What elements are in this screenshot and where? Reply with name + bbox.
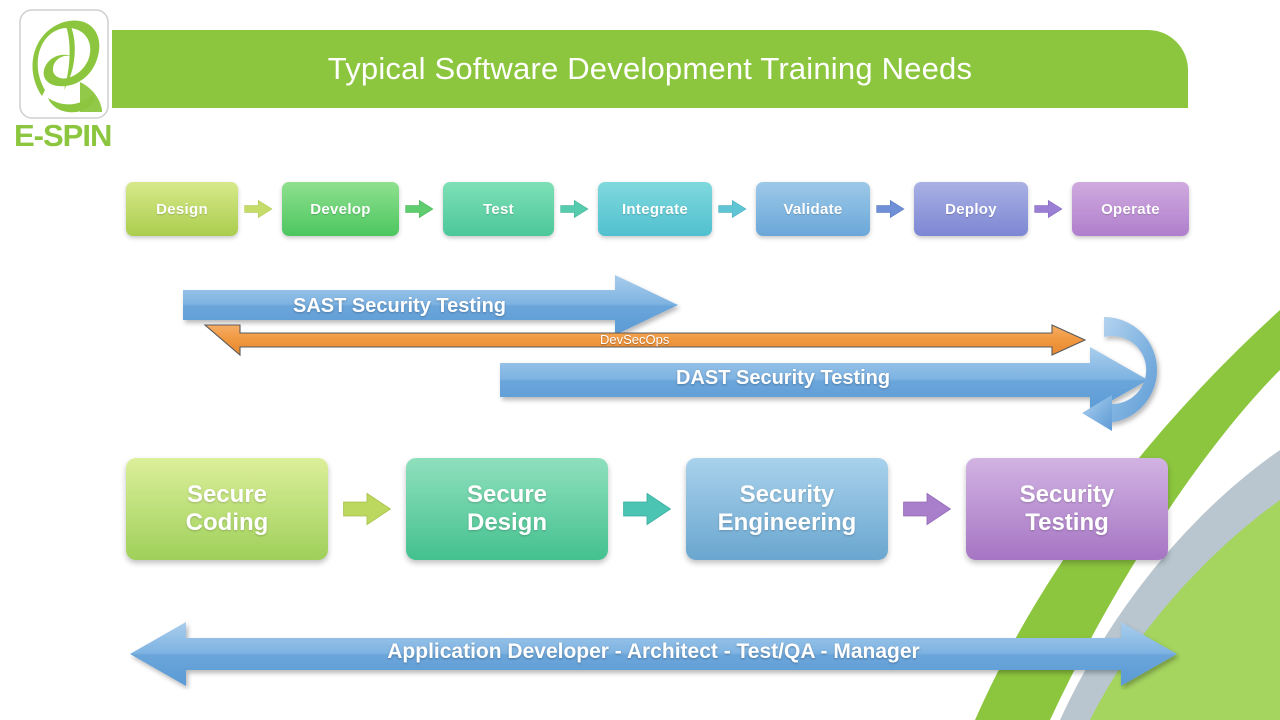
capability-security-testing[interactable]: Security Testing	[966, 458, 1168, 560]
capability-label: Secure Coding	[186, 481, 269, 538]
capability-label-line2: Coding	[185, 509, 269, 536]
security-testing-arrows: SAST Security Testing DevSecOps DAST Sec…	[0, 275, 1280, 440]
pipeline-stage-design[interactable]: Design	[126, 182, 238, 236]
pipeline-stage-label: Operate	[1101, 200, 1160, 218]
capability-label: Secure Design	[467, 481, 547, 538]
pipeline-stage-label: Test	[483, 200, 514, 218]
slide-canvas: E-SPIN Typical Software Development Trai…	[0, 0, 1280, 720]
capability-connector-icon	[888, 485, 966, 533]
pipeline-connector-icon	[399, 196, 443, 222]
pipeline-stage-develop[interactable]: Develop	[282, 182, 399, 236]
roles-arrow-shape	[130, 622, 1177, 686]
sdlc-pipeline: Design Develop Test Integrate Validate D…	[126, 181, 1189, 237]
pipeline-connector-icon	[238, 196, 282, 222]
capability-label-line1: Secure	[466, 480, 548, 508]
training-capability-row: Secure Coding Secure Design Security Eng…	[126, 457, 1172, 561]
page-title: Typical Software Development Training Ne…	[327, 51, 973, 86]
capability-connector-icon	[608, 485, 686, 533]
logo: E-SPIN	[10, 8, 120, 163]
title-banner: Typical Software Development Training Ne…	[112, 30, 1188, 108]
pipeline-stage-test[interactable]: Test	[443, 182, 554, 236]
dast-arrow-shape	[500, 347, 1148, 413]
capability-connector-icon	[328, 485, 406, 533]
pipeline-stage-label: Develop	[310, 200, 371, 218]
pipeline-stage-label: Integrate	[621, 200, 689, 218]
sast-arrow-shape	[183, 275, 678, 335]
pipeline-stage-integrate[interactable]: Integrate	[598, 182, 712, 236]
capability-label-line1: Secure	[186, 480, 268, 508]
pipeline-stage-operate[interactable]: Operate	[1072, 182, 1189, 236]
capability-secure-coding[interactable]: Secure Coding	[126, 458, 328, 560]
capability-label: Security Engineering	[718, 481, 857, 538]
capability-label-line2: Testing	[1025, 509, 1109, 536]
logo-wordmark: E-SPIN	[14, 118, 112, 153]
pipeline-connector-icon	[554, 196, 598, 222]
capability-label-line2: Design	[466, 509, 547, 536]
capability-security-engineering[interactable]: Security Engineering	[686, 458, 888, 560]
pipeline-stage-validate[interactable]: Validate	[756, 182, 870, 236]
pipeline-connector-icon	[1028, 196, 1072, 222]
roles-arrow-graphics	[130, 622, 1177, 686]
pipeline-stage-label: Validate	[783, 200, 843, 218]
pipeline-stage-label: Deploy	[945, 200, 997, 218]
pipeline-connector-icon	[712, 196, 756, 222]
capability-label-line2: Engineering	[717, 509, 857, 536]
security-arrows-graphics	[183, 275, 1157, 431]
capability-secure-design[interactable]: Secure Design	[406, 458, 608, 560]
roles-arrow: Application Developer - Architect - Test…	[126, 618, 1181, 690]
pipeline-connector-icon	[870, 196, 914, 222]
capability-label: Security Testing	[1020, 481, 1115, 538]
capability-label-line1: Security	[739, 480, 835, 508]
capability-label-line1: Security	[1019, 480, 1115, 508]
pipeline-stage-label: Design	[156, 200, 208, 218]
pipeline-stage-deploy[interactable]: Deploy	[914, 182, 1028, 236]
espin-leaf-logo-icon	[19, 9, 109, 119]
devsecops-arrow-shape	[203, 324, 1087, 357]
